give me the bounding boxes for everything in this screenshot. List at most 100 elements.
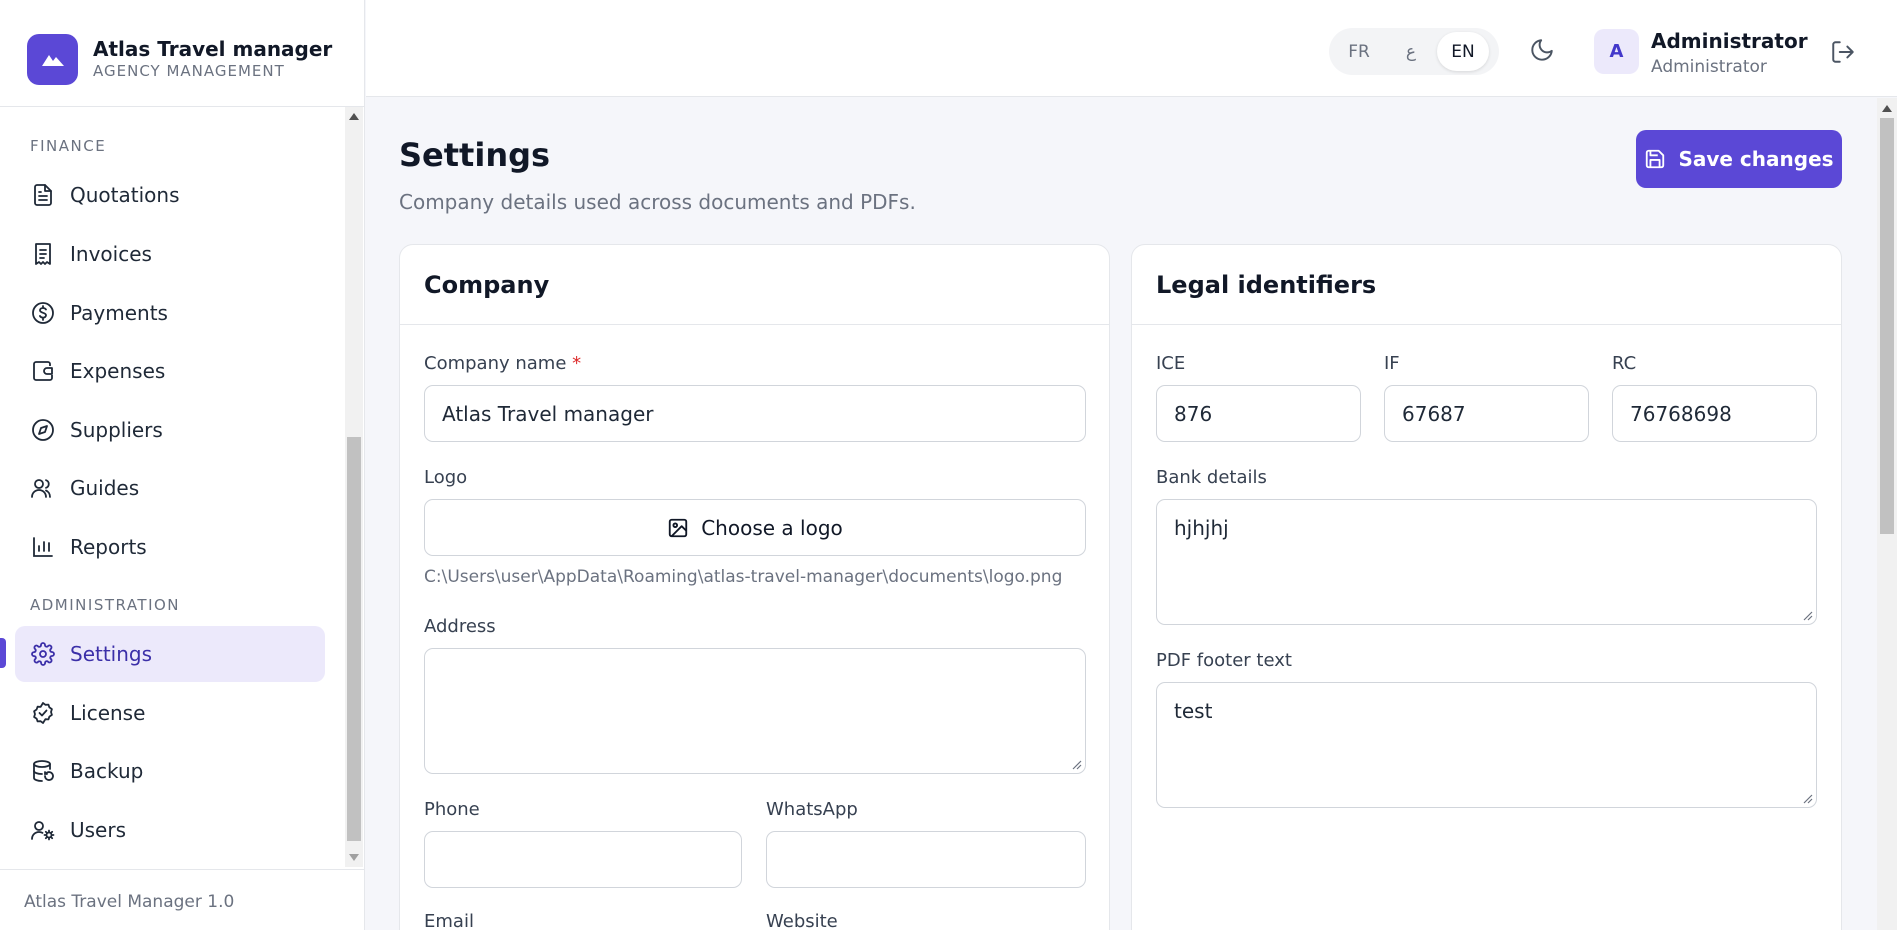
choose-logo-label: Choose a logo: [701, 515, 843, 540]
language-ar-button[interactable]: ع: [1385, 32, 1437, 71]
app-subtitle: AGENCY MANAGEMENT: [93, 62, 285, 80]
sidebar-item-label: Guides: [70, 476, 140, 500]
sidebar-item-label: License: [70, 701, 146, 725]
logout-icon: [1830, 39, 1856, 65]
pdf-footer-textarea[interactable]: test: [1156, 682, 1817, 808]
sidebar-nav: FINANCE Quotations Invoices Payments Exp…: [0, 107, 345, 867]
sidebar-item-payments[interactable]: Payments: [15, 285, 325, 341]
logo-path: C:\Users\user\AppData\Roaming\atlas-trav…: [424, 567, 1063, 587]
document-icon: [30, 182, 56, 208]
page-subtitle: Company details used across documents an…: [399, 190, 916, 214]
dark-mode-toggle[interactable]: [1526, 34, 1558, 66]
active-indicator: [0, 638, 6, 668]
app-title: Atlas Travel manager: [93, 37, 333, 61]
if-input[interactable]: 67687: [1384, 385, 1589, 442]
bank-details-textarea[interactable]: hjhjhj: [1156, 499, 1817, 625]
wallet-icon: [30, 358, 56, 384]
language-en-button[interactable]: EN: [1437, 32, 1489, 71]
sidebar-item-label: Expenses: [70, 359, 166, 383]
scroll-up-arrow-icon[interactable]: [1882, 105, 1892, 112]
section-label-finance: FINANCE: [30, 137, 107, 155]
logout-button[interactable]: [1828, 37, 1858, 67]
sidebar-item-quotations[interactable]: Quotations: [15, 167, 325, 223]
save-button-label: Save changes: [1678, 147, 1834, 171]
company-name-input[interactable]: Atlas Travel manager: [424, 385, 1086, 442]
address-textarea[interactable]: [424, 648, 1086, 774]
sidebar-item-settings[interactable]: Settings: [15, 626, 325, 682]
ice-input[interactable]: 876: [1156, 385, 1361, 442]
phone-label: Phone: [424, 799, 480, 820]
sidebar-item-label: Backup: [70, 759, 144, 783]
email-label: Email: [424, 911, 474, 930]
main-content: Settings Company details used across doc…: [366, 98, 1877, 930]
sidebar-item-backup[interactable]: Backup: [15, 743, 325, 799]
pdf-footer-label: PDF footer text: [1156, 650, 1292, 671]
avatar[interactable]: A: [1594, 29, 1639, 74]
logo-label: Logo: [424, 467, 468, 488]
address-label: Address: [424, 616, 496, 637]
resize-handle-icon[interactable]: [1072, 760, 1082, 770]
if-label: IF: [1384, 353, 1400, 374]
legal-identifiers-card: Legal identifiers ICE 876 IF 67687 RC 76…: [1131, 244, 1842, 930]
sidebar-item-invoices[interactable]: Invoices: [15, 226, 325, 282]
phone-input[interactable]: [424, 831, 742, 888]
database-icon: [30, 758, 56, 784]
scroll-down-arrow-icon[interactable]: [349, 854, 359, 861]
pdf-footer-value: test: [1174, 699, 1213, 723]
resize-handle-icon[interactable]: [1803, 611, 1813, 621]
sidebar-scrollbar[interactable]: [345, 107, 363, 867]
ice-label: ICE: [1156, 353, 1186, 374]
bank-details-value: hjhjhj: [1174, 516, 1229, 540]
rc-input[interactable]: 76768698: [1612, 385, 1817, 442]
scrollbar-thumb[interactable]: [347, 437, 361, 841]
resize-handle-icon[interactable]: [1803, 794, 1813, 804]
sidebar-item-label: Reports: [70, 535, 147, 559]
gear-icon: [30, 641, 56, 667]
bar-chart-icon: [30, 534, 56, 560]
company-name-label: Company name *: [424, 353, 581, 374]
sidebar-item-guides[interactable]: Guides: [15, 460, 325, 516]
user-cog-icon: [30, 817, 56, 843]
moon-icon: [1529, 37, 1555, 63]
image-icon: [667, 517, 689, 539]
divider: [0, 869, 365, 870]
user-role: Administrator: [1651, 57, 1767, 77]
mountain-logo-icon: [27, 33, 78, 85]
brand[interactable]: Atlas Travel manager AGENCY MANAGEMENT: [27, 32, 332, 86]
whatsapp-label: WhatsApp: [766, 799, 858, 820]
app-version: Atlas Travel Manager 1.0: [24, 892, 235, 912]
save-changes-button[interactable]: Save changes: [1636, 130, 1842, 188]
sidebar-item-expenses[interactable]: Expenses: [15, 343, 325, 399]
sidebar-item-label: Payments: [70, 301, 168, 325]
sidebar-item-label: Settings: [70, 642, 153, 666]
receipt-icon: [30, 241, 56, 267]
rc-label: RC: [1612, 353, 1637, 374]
language-fr-button[interactable]: FR: [1333, 32, 1385, 71]
main-scrollbar[interactable]: [1877, 98, 1897, 930]
label-text: Company name: [424, 353, 567, 374]
scrollbar-thumb[interactable]: [1880, 118, 1894, 534]
language-switcher: FR ع EN: [1329, 28, 1499, 75]
sidebar-item-users[interactable]: Users: [15, 802, 325, 858]
bank-details-label: Bank details: [1156, 467, 1267, 488]
sidebar-item-license[interactable]: License: [15, 685, 325, 741]
sidebar-item-label: Suppliers: [70, 418, 163, 442]
website-label: Website: [766, 911, 838, 930]
required-marker: *: [572, 353, 582, 374]
users-icon: [30, 475, 56, 501]
sidebar-item-label: Invoices: [70, 242, 152, 266]
whatsapp-input[interactable]: [766, 831, 1086, 888]
sidebar-item-label: Quotations: [70, 183, 180, 207]
choose-logo-button[interactable]: Choose a logo: [424, 499, 1086, 556]
card-title: Legal identifiers: [1132, 245, 1841, 325]
sidebar-item-label: Users: [70, 818, 127, 842]
company-card: Company Company name * Atlas Travel mana…: [399, 244, 1110, 930]
scroll-up-arrow-icon[interactable]: [349, 113, 359, 120]
user-name: Administrator: [1651, 29, 1808, 53]
dollar-circle-icon: [30, 300, 56, 326]
sidebar-item-suppliers[interactable]: Suppliers: [15, 402, 325, 458]
floppy-disk-icon: [1644, 148, 1666, 170]
section-label-administration: ADMINISTRATION: [30, 596, 181, 614]
topbar: FR ع EN A Administrator Administrator: [366, 0, 1897, 97]
sidebar-item-reports[interactable]: Reports: [15, 519, 325, 575]
